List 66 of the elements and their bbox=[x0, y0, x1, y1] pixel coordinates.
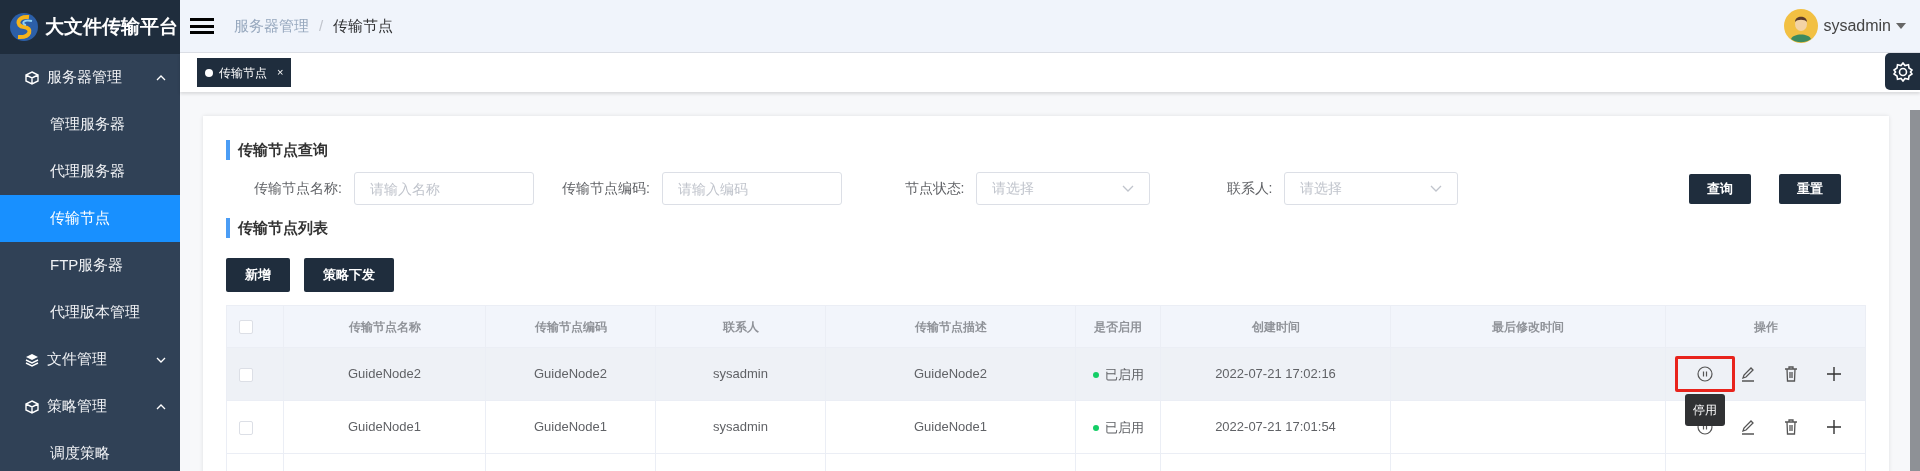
section-title: 传输节点查询 bbox=[226, 140, 1866, 160]
cube-icon bbox=[25, 70, 39, 85]
checkbox[interactable] bbox=[239, 320, 253, 335]
column-header: 联系人 bbox=[722, 319, 759, 334]
input-field[interactable]: 请输入编码 bbox=[662, 172, 842, 205]
edit-icon[interactable] bbox=[1739, 365, 1757, 383]
field-label: 传输节点编码: bbox=[561, 179, 651, 198]
status-text: 已启用 bbox=[1104, 365, 1144, 384]
column-header: 传输节点名称 bbox=[348, 319, 421, 334]
section-title: 传输节点列表 bbox=[226, 218, 1866, 238]
plus-icon[interactable] bbox=[1825, 365, 1843, 383]
field-label: 节点状态: bbox=[903, 179, 966, 198]
delete-icon[interactable] bbox=[1782, 365, 1800, 383]
scrollbar[interactable] bbox=[1910, 110, 1920, 471]
logo-icon bbox=[9, 12, 39, 42]
field-label: 联系人: bbox=[1225, 179, 1274, 198]
button[interactable]: 策略下发 bbox=[304, 258, 394, 292]
table-cell: GuideNode2 bbox=[914, 366, 987, 382]
menu-icon[interactable] bbox=[190, 16, 214, 36]
field-label: 传输节点名称: bbox=[253, 179, 343, 198]
close-icon[interactable]: × bbox=[277, 64, 284, 81]
breadcrumb-separator: / bbox=[319, 15, 324, 36]
button[interactable]: 新增 bbox=[226, 258, 290, 292]
table-cell: GuideNode2 bbox=[348, 366, 421, 382]
column-header: 操作 bbox=[1753, 319, 1778, 334]
settings-button[interactable] bbox=[1885, 53, 1920, 90]
input-field[interactable]: 请输入名称 bbox=[354, 172, 534, 205]
caret-icon[interactable] bbox=[1896, 23, 1906, 29]
menu-group[interactable]: 策略管理 bbox=[0, 383, 180, 430]
button[interactable]: 查询 bbox=[1689, 173, 1751, 204]
chevron-icon bbox=[1430, 185, 1442, 192]
pause-icon[interactable] bbox=[1696, 365, 1714, 383]
column-header: 传输节点描述 bbox=[914, 319, 987, 334]
menu-group[interactable]: 文件管理 bbox=[0, 336, 180, 383]
checkbox[interactable] bbox=[239, 367, 253, 382]
user-name[interactable]: sysadmin bbox=[1823, 14, 1891, 38]
avatar-icon[interactable] bbox=[1784, 9, 1819, 43]
menu-item[interactable]: 管理服务器 bbox=[0, 101, 180, 148]
tooltip: 停用 bbox=[1685, 394, 1725, 426]
button[interactable]: 重置 bbox=[1779, 173, 1841, 204]
cube-icon bbox=[25, 399, 39, 414]
chevron-icon bbox=[1122, 185, 1134, 192]
settings-icon bbox=[1892, 61, 1913, 82]
placeholder-text: 请选择 bbox=[992, 179, 1035, 198]
column-header: 是否启用 bbox=[1094, 319, 1142, 334]
edit-icon[interactable] bbox=[1739, 418, 1757, 436]
layers-icon bbox=[25, 352, 39, 367]
table-cell: 2022-07-21 17:02:16 bbox=[1215, 366, 1336, 382]
table-cell: sysadmin bbox=[713, 366, 768, 382]
column-header: 最后修改时间 bbox=[1492, 319, 1564, 334]
app-title: 大文件传输平台 bbox=[45, 14, 178, 39]
column-header: 创建时间 bbox=[1251, 319, 1300, 334]
placeholder-text: 请选择 bbox=[1300, 179, 1343, 198]
menu-group[interactable]: 服务器管理 bbox=[0, 54, 180, 101]
tab[interactable]: 传输节点 × bbox=[197, 58, 292, 87]
plus-icon[interactable] bbox=[1825, 418, 1843, 436]
menu-item[interactable]: 调度策略 bbox=[0, 430, 180, 471]
checkbox[interactable] bbox=[239, 420, 253, 435]
breadcrumb-item: 传输节点 bbox=[333, 15, 394, 36]
menu-item[interactable]: 代理版本管理 bbox=[0, 289, 180, 336]
tab-label[interactable]: 传输节点 bbox=[219, 63, 267, 82]
table-cell: GuideNode2 bbox=[534, 366, 607, 382]
delete-icon[interactable] bbox=[1782, 418, 1800, 436]
column-header: 传输节点编码 bbox=[534, 319, 607, 334]
menu-item[interactable]: FTP服务器 bbox=[0, 242, 180, 289]
menu-item[interactable]: 代理服务器 bbox=[0, 148, 180, 195]
